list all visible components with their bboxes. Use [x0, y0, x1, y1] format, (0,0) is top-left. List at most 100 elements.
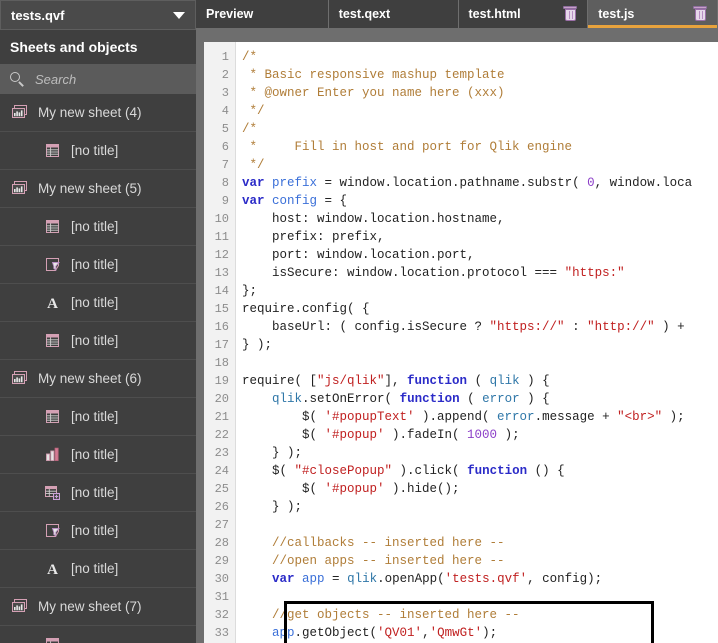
code-token: ).append( [414, 410, 498, 424]
code-token: ); [482, 626, 498, 640]
line-number: 25 [214, 482, 229, 496]
sheet-list-item[interactable]: My new sheet (5) [0, 170, 196, 208]
code-line: port: window.location.port, [242, 246, 718, 264]
code-token: ); [662, 410, 685, 424]
line-number: 6 [221, 140, 229, 154]
object-list-item[interactable]: [no title] [0, 246, 196, 284]
code-token: , [422, 626, 430, 640]
search-input[interactable] [33, 70, 186, 88]
code-content[interactable]: /* * Basic responsive mashup template * … [236, 42, 718, 643]
file-tab-label: test.qext [338, 7, 391, 21]
code-line: qlik.setOnError( function ( error ) { [242, 390, 718, 408]
object-list-item[interactable]: [no title] [0, 132, 196, 170]
sheet-list-item[interactable]: My new sheet (7) [0, 588, 196, 626]
file-tab-preview[interactable]: Preview [196, 0, 329, 28]
line-number: 8 [221, 176, 229, 190]
pivot-table-icon [45, 486, 60, 500]
active-tab-underline [588, 25, 717, 28]
code-token: //callbacks -- inserted here -- [242, 536, 505, 550]
code-token: () { [527, 464, 565, 478]
object-label: [no title] [71, 447, 119, 462]
line-number: 21 [214, 410, 229, 424]
code-token: function [407, 374, 468, 388]
object-list-item[interactable]: [no title] [0, 512, 196, 550]
code-token: = [324, 572, 348, 586]
line-number: 27 [214, 518, 229, 532]
line-number: 31 [214, 590, 229, 604]
code-token: ) { [519, 392, 550, 406]
code-token: ); [497, 428, 520, 442]
code-token: /* [242, 122, 258, 136]
code-token: }; [242, 284, 258, 298]
code-line: } ); [242, 498, 718, 516]
line-number: 3 [221, 86, 229, 100]
file-tab-test-js[interactable]: test.js [588, 0, 718, 28]
table-icon [46, 410, 59, 423]
code-token: /* [242, 50, 258, 64]
code-line: /* [242, 120, 718, 138]
code-token: : [564, 320, 588, 334]
line-number: 18 [214, 356, 229, 370]
object-list-item[interactable]: [no title] [0, 208, 196, 246]
object-list-item[interactable]: A [no title] [0, 284, 196, 322]
code-token: require( [ [242, 374, 318, 388]
code-token: .message + [534, 410, 618, 424]
code-line: /* [242, 48, 718, 66]
code-token: ).click( [392, 464, 468, 478]
object-label: [no title] [71, 333, 119, 348]
code-editor[interactable]: 1 2 3 4 5 6 7 8 9 10 11 12 13 14 15 16 17 18 19 20 21 22 23 24 2… [204, 42, 718, 643]
trash-icon[interactable] [563, 6, 578, 22]
file-tab-test-qext[interactable]: test.qext [329, 0, 459, 28]
line-number: 17 [214, 338, 229, 352]
code-token: $( [242, 464, 295, 478]
line-number: 20 [214, 392, 229, 406]
sheets-and-objects-sidebar: tests.qvf Sheets and objects My new shee… [0, 0, 196, 643]
chevron-down-icon [173, 11, 185, 19]
code-token: ) { [519, 374, 550, 388]
line-number: 7 [221, 158, 229, 172]
object-list-item[interactable]: [no title] [0, 322, 196, 360]
code-token: app [272, 626, 295, 640]
code-token: 'tests.qvf' [444, 572, 528, 586]
table-icon [46, 638, 59, 643]
svg-text:A: A [47, 562, 58, 577]
search-icon [10, 71, 25, 87]
code-token: port: window.location.port, [242, 248, 475, 262]
code-token: , window.loca [594, 176, 693, 190]
code-token: $( [242, 410, 325, 424]
object-list-item[interactable]: A [no title] [0, 550, 196, 588]
line-number: 28 [214, 536, 229, 550]
code-token: ).fadeIn( [384, 428, 468, 442]
qlik-dev-hub-window: tests.qvf Sheets and objects My new shee… [0, 0, 718, 643]
object-list-item[interactable]: [no title] [0, 398, 196, 436]
barchart-icon [46, 447, 59, 461]
code-token: "js/qlik" [317, 374, 385, 388]
line-number: 15 [214, 302, 229, 316]
code-token: function [399, 392, 460, 406]
sheet-icon [12, 105, 27, 118]
text-image-icon: A [47, 562, 58, 577]
sheet-list-item[interactable]: My new sheet (4) [0, 94, 196, 132]
line-number-gutter: 1 2 3 4 5 6 7 8 9 10 11 12 13 14 15 16 17 18 19 20 21 22 23 24 2… [204, 42, 236, 643]
file-tab-test-html[interactable]: test.html [459, 0, 589, 28]
line-number: 11 [214, 230, 229, 244]
editor-pane: Preview test.qext test.html test.js 1234567… [196, 0, 718, 643]
sheet-list-item[interactable]: My new sheet (6) [0, 360, 196, 398]
table-icon [46, 220, 59, 233]
table-icon [46, 144, 59, 157]
code-token: "http://" [587, 320, 655, 334]
object-list-item[interactable]: [no title] [0, 436, 196, 474]
code-token: function [467, 464, 528, 478]
code-token: .openApp( [377, 572, 445, 586]
file-tab-bar: Preview test.qext test.html test.js [196, 0, 718, 28]
code-line: * @owner Enter you name here (xxx) [242, 84, 718, 102]
search-row [0, 64, 196, 94]
code-token: ( [467, 374, 490, 388]
object-list-item[interactable] [0, 626, 196, 643]
code-token: baseUrl: ( config.isSecure ? [242, 320, 490, 334]
object-list-item[interactable]: [no title] [0, 474, 196, 512]
app-selector-dropdown[interactable]: tests.qvf [0, 0, 196, 30]
trash-icon[interactable] [693, 6, 707, 22]
